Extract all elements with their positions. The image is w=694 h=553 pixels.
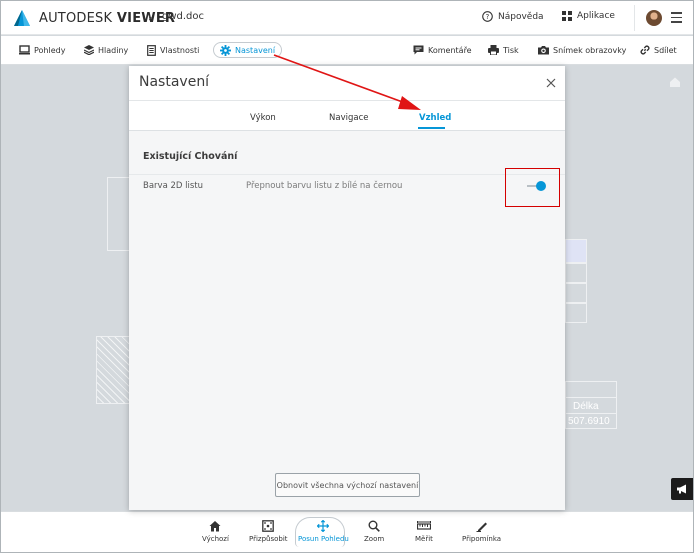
section-title: Existující Chování <box>143 151 238 162</box>
dialog-title: Nastavení <box>139 74 210 90</box>
toolbar-comments-button[interactable]: Komentáře <box>407 42 478 58</box>
settings-dialog: Nastavení Výkon Navigace Vzhled Existují… <box>129 66 565 510</box>
toolbar-views-button[interactable]: Pohledy <box>13 42 71 58</box>
apps-label: Aplikace <box>577 11 615 21</box>
properties-icon <box>147 44 156 56</box>
print-icon <box>488 45 499 55</box>
dialog-divider <box>129 100 565 101</box>
drawing-outline <box>107 177 131 251</box>
drawing-hatch <box>96 336 130 404</box>
monitor-icon <box>19 45 30 55</box>
drawing-cell-highlight <box>565 239 587 263</box>
question-circle-icon: ? <box>482 11 493 22</box>
drawing-cell <box>565 263 587 283</box>
avatar[interactable] <box>646 10 662 26</box>
fit-icon <box>262 520 275 532</box>
toolbar-print-button[interactable]: Tisk <box>482 42 525 58</box>
help-button[interactable]: ? Nápověda <box>482 11 544 22</box>
nav-pan-button[interactable]: Posun Pohledu <box>298 520 349 543</box>
toolbar-screenshot-button[interactable]: Snímek obrazovky <box>532 42 632 58</box>
sheet-color-label: Barva 2D listu <box>143 181 204 191</box>
nav-markup-button[interactable]: Připomínka <box>462 520 501 543</box>
comment-icon <box>413 45 424 55</box>
home-icon <box>209 521 221 532</box>
megaphone-icon <box>677 484 686 494</box>
ruler-icon <box>416 521 431 530</box>
grid-icon <box>562 11 572 21</box>
close-icon[interactable] <box>545 77 557 89</box>
toolbar-properties-button[interactable]: Vlastnosti <box>141 42 205 58</box>
active-tab-indicator <box>418 127 445 129</box>
nav-measure-button[interactable]: Měřit <box>415 520 433 543</box>
nav-zoom-button[interactable]: Zoom <box>364 520 384 543</box>
document-name: gwd.doc <box>162 11 205 22</box>
tab-navigation[interactable]: Navigace <box>329 113 368 123</box>
drawing-cell <box>565 283 587 303</box>
gear-icon <box>220 44 231 56</box>
sheet-color-description: Přepnout barvu listu z bílé na černou <box>246 181 403 191</box>
drawing-table-line <box>565 413 617 414</box>
svg-text:?: ? <box>486 13 490 21</box>
main-toolbar: Pohledy Hladiny Vlastnosti Nastavení Kom… <box>1 36 693 65</box>
help-label: Nápověda <box>498 11 544 22</box>
section-divider <box>129 174 565 175</box>
bottom-navigation: Výchozí Přizpůsobit Posun Pohledu Zoom M… <box>1 511 693 552</box>
zoom-icon <box>368 520 380 532</box>
toolbar-share-button[interactable]: Sdílet <box>634 42 683 58</box>
toolbar-layers-button[interactable]: Hladiny <box>78 42 134 58</box>
tab-performance[interactable]: Výkon <box>250 113 276 123</box>
brand-name[interactable]: AUTODESK VIEWER <box>39 11 175 26</box>
settings-panel: Existující Chování Barva 2D listu Přepno… <box>129 131 565 510</box>
camera-icon <box>538 46 549 55</box>
layers-icon <box>84 45 94 55</box>
autodesk-logo-icon <box>14 10 30 26</box>
drawing-label: Délka <box>573 401 599 412</box>
reset-defaults-button[interactable]: Obnovit všechna výchozí nastavení <box>275 473 420 497</box>
chevron-right-icon: › <box>148 11 153 24</box>
hamburger-menu-icon[interactable] <box>671 12 682 26</box>
top-header: AUTODESK VIEWER › gwd.doc ? Nápověda Apl… <box>1 1 693 35</box>
tab-appearance[interactable]: Vzhled <box>419 113 451 123</box>
markup-icon <box>476 522 487 532</box>
annotation-highlight-box <box>505 168 560 207</box>
header-divider <box>634 5 635 31</box>
feedback-button[interactable] <box>671 478 693 500</box>
drawing-table-line <box>565 397 617 398</box>
pan-icon <box>317 520 330 532</box>
nav-home-button[interactable]: Výchozí <box>202 520 229 543</box>
apps-button[interactable]: Aplikace <box>562 11 615 21</box>
drawing-cell <box>565 303 587 323</box>
drawing-value: 507.6910 <box>568 416 610 427</box>
link-icon <box>640 45 650 55</box>
home-view-icon[interactable] <box>669 76 681 88</box>
settings-tabs: Výkon Navigace Vzhled <box>129 110 565 130</box>
toolbar-settings-button[interactable]: Nastavení <box>213 42 283 58</box>
nav-fit-button[interactable]: Přizpůsobit <box>249 520 288 543</box>
